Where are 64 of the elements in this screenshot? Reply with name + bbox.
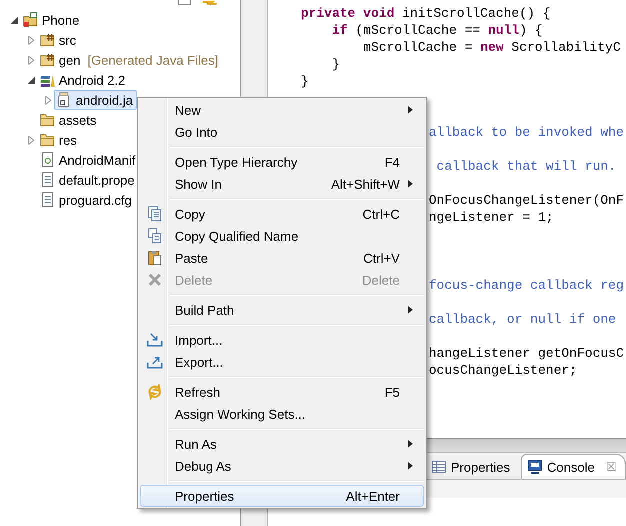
view-tab[interactable]: Properties — [425, 454, 520, 479]
project-icon — [23, 12, 39, 28]
package-folder-icon — [40, 32, 56, 48]
folder-icon — [40, 132, 56, 148]
menu-item[interactable]: Go Into — [140, 121, 424, 143]
code-line: callback, or null if one — [429, 312, 616, 327]
code-line: OnFocusChangeListener(OnF — [429, 193, 624, 208]
folder-icon — [40, 112, 56, 128]
expand-arrow-icon[interactable] — [44, 96, 53, 104]
copy-icon — [147, 206, 163, 222]
table-icon — [432, 461, 446, 473]
tree-item[interactable]: Phone — [20, 10, 84, 30]
menu-item[interactable]: New — [140, 99, 424, 121]
code-line: } — [301, 74, 309, 89]
import-icon — [147, 332, 163, 348]
menu-item[interactable]: Open Type Hierarchy F4 — [140, 151, 424, 173]
collapse-arrow-icon[interactable] — [27, 76, 36, 84]
expand-arrow-icon[interactable] — [27, 36, 36, 44]
collapse-arrow-icon[interactable] — [10, 16, 19, 24]
expand-arrow-icon[interactable] — [27, 56, 36, 64]
tree-item[interactable]: proguard.cfg — [37, 190, 136, 210]
code-line: if (mScrollCache == null) { — [331, 23, 543, 38]
menu-item[interactable]: Show In Alt+Shift+W — [140, 173, 424, 195]
code-line: } — [331, 57, 340, 72]
package-folder-icon — [40, 52, 56, 68]
refresh-icon — [147, 384, 163, 400]
tree-item[interactable]: res — [37, 130, 82, 150]
code-line: callback that will run. — [436, 159, 616, 174]
delete-icon — [147, 272, 163, 288]
menu-item[interactable]: Debug As — [140, 455, 424, 477]
tree-item[interactable]: assets — [37, 110, 101, 130]
tree-item[interactable]: gen [Generated Java Files] — [37, 50, 222, 70]
tree-item[interactable]: Android 2.2 — [37, 70, 130, 90]
code-line: focus-change callback reg — [429, 278, 624, 293]
code-line: private void initScrollCache() { — [301, 6, 551, 21]
menu-item[interactable]: Build Path — [140, 299, 424, 321]
xml-file-icon — [40, 152, 56, 168]
code-line: hangeListener getOnFocusC — [429, 346, 624, 361]
menu-item[interactable]: Properties Alt+Enter — [140, 485, 424, 507]
clipboard-icon — [147, 250, 163, 266]
menu-item[interactable]: Copy Ctrl+C — [140, 203, 424, 225]
expand-arrow-icon[interactable] — [27, 136, 36, 144]
code-line: allback to be invoked whe — [429, 125, 624, 140]
code-line: mScrollCache = new ScrollabilityC — [362, 40, 621, 55]
menu-item[interactable]: Export... — [140, 351, 424, 373]
menu-item[interactable]: Copy Qualified Name — [140, 225, 424, 247]
tree-item[interactable]: default.prope — [37, 170, 139, 190]
monitor-icon — [528, 460, 542, 474]
menu-item[interactable]: Import... — [140, 329, 424, 351]
toolbar-icon[interactable] — [178, 0, 192, 6]
code-line: ngeListener = 1; — [429, 210, 554, 225]
tree-item[interactable]: android.ja — [54, 90, 138, 110]
link-arrows-icon[interactable] — [202, 0, 218, 6]
code-line: ocusChangeListener; — [429, 363, 578, 378]
text-file-icon — [40, 192, 56, 208]
menu-item[interactable]: Refresh F5 — [140, 381, 424, 403]
menu-item[interactable]: Run As — [140, 433, 424, 455]
tree-item[interactable]: src — [37, 30, 80, 50]
menu-item[interactable]: Assign Working Sets... — [140, 403, 424, 425]
view-tab[interactable]: Console ☒ — [521, 454, 626, 479]
copy-icon — [147, 228, 163, 244]
menu-item[interactable]: Paste Ctrl+V — [140, 247, 424, 269]
tree-item[interactable]: AndroidManif — [37, 150, 140, 170]
text-file-icon — [40, 172, 56, 188]
